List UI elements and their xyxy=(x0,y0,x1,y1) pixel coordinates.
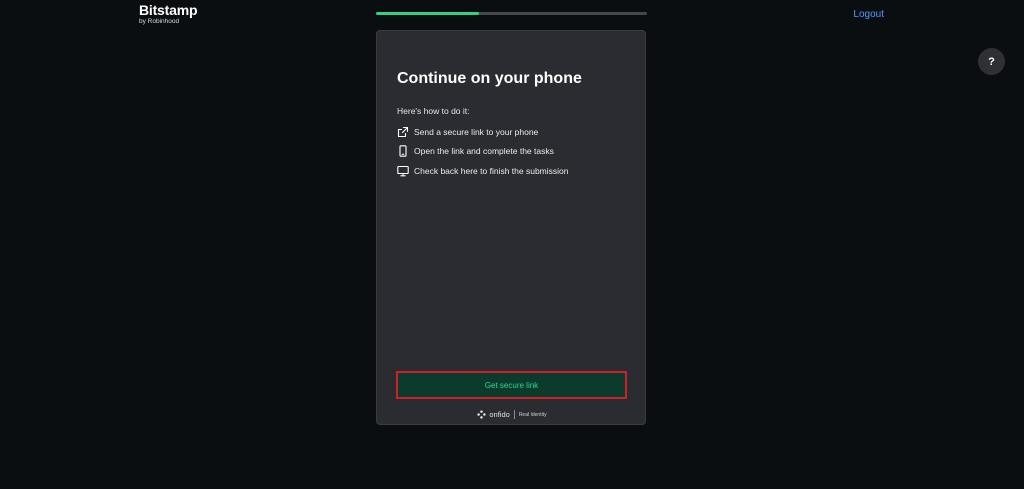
logout-link[interactable]: Logout xyxy=(853,9,884,20)
onfido-branding: onfido Real Identity xyxy=(377,410,647,419)
steps-list: Send a secure link to your phone Open th… xyxy=(397,125,569,184)
brand-name: Bitstamp xyxy=(139,2,198,18)
step-send-link: Send a secure link to your phone xyxy=(397,125,569,138)
verification-card: Continue on your phone Here's how to do … xyxy=(376,30,646,425)
step-label: Check back here to finish the submission xyxy=(414,165,569,176)
onfido-logo-icon xyxy=(477,410,487,419)
question-mark-icon: ? xyxy=(988,55,995,68)
step-check-back: Check back here to finish the submission xyxy=(397,164,569,177)
card-title: Continue on your phone xyxy=(397,70,582,87)
external-link-icon xyxy=(397,126,409,138)
progress-bar xyxy=(376,12,647,15)
step-open-link: Open the link and complete the tasks xyxy=(397,145,569,158)
monitor-icon xyxy=(397,165,409,177)
get-secure-link-button[interactable]: Get secure link xyxy=(396,371,627,399)
bitstamp-logo[interactable]: Bitstamp by Robinhood xyxy=(139,3,197,26)
page: Bitstamp by Robinhood Logout ? Continue … xyxy=(0,0,1024,489)
step-label: Send a secure link to your phone xyxy=(414,126,539,137)
progress-bar-fill xyxy=(376,12,479,15)
phone-icon xyxy=(397,145,409,157)
step-label: Open the link and complete the tasks xyxy=(414,146,554,156)
help-button[interactable]: ? xyxy=(978,48,1005,75)
branding-divider xyxy=(513,410,515,419)
brand-subtitle: by Robinhood xyxy=(139,18,180,25)
onfido-tagline: Real Identity xyxy=(518,411,547,418)
onfido-wordmark: onfido xyxy=(489,410,510,419)
card-intro: Here's how to do it: xyxy=(397,106,470,116)
